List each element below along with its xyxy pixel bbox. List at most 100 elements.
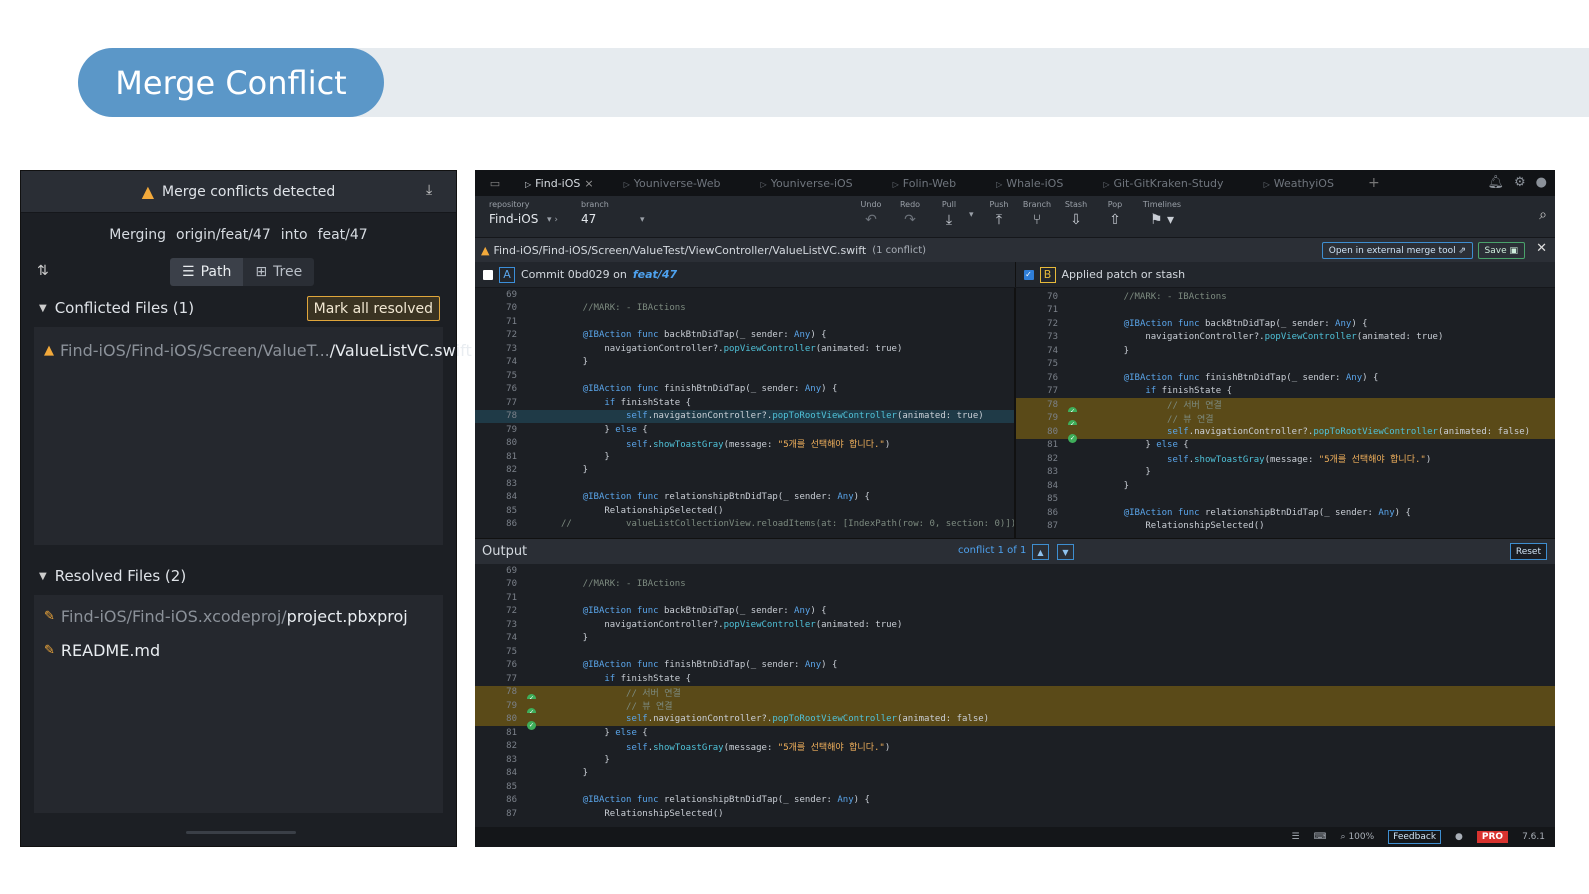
pull-button[interactable]: Pull ⤓ [933,200,965,228]
tree-view-button[interactable]: ⊞ Tree [243,258,315,286]
tree-view-label: Tree [273,264,303,280]
folder-icon[interactable]: ▭ [475,177,515,190]
undo-label: Undo [860,200,882,209]
line-number: 85 [506,781,517,792]
tab-find-ios[interactable]: ▷ Find-iOS × [515,177,614,190]
gear-icon[interactable]: ⚙ [1514,175,1526,190]
tab-bar: ▭ ▷ Find-iOS × ▷ Youniverse-Web ▷ Youniverse… [475,170,1555,196]
conflicted-files-section[interactable]: ▼ Conflicted Files (1) Mark all resolved [21,289,456,327]
code-line: 77 if finishState { [1016,385,1555,399]
scrollbar[interactable] [186,831,296,834]
code-text: } [1102,467,1151,478]
line-number: 87 [506,808,517,819]
code-text: // 뷰 연결 [561,702,673,713]
list-icon[interactable]: ☰ [1291,832,1299,842]
code-text: RelationshipSelected() [561,505,724,516]
save-button[interactable]: Save ▣ [1477,242,1525,259]
tab-youniverse-ios[interactable]: ▷ Youniverse-iOS [751,177,883,190]
undo-button[interactable]: Undo ↶ [855,200,887,228]
line-number: 71 [506,592,517,603]
resolved-files-section[interactable]: ▼ Resolved Files (2) [21,557,456,595]
line-number: 69 [506,289,517,300]
next-conflict-button[interactable]: ▼ [1057,544,1074,560]
pane-b-code[interactable]: 70 //MARK: - IBActions 71 72 @IBAction fun… [1014,288,1555,538]
previous-conflict-button[interactable]: ▲ [1032,544,1049,560]
status-bar: ☰ ⌨ ⌕ 100% Feedback ● PRO 7.6.1 [475,827,1555,847]
code-text: RelationshipSelected() [561,808,724,819]
notification-icon[interactable]: 🔔︎ [1487,175,1504,190]
pop-icon: ⇧ [1109,212,1121,228]
tab-whale-ios[interactable]: ▷ Whale-iOS [986,177,1093,190]
code-text: } [1102,345,1130,356]
timelines-button[interactable]: Timelines ⚑ ▾ [1141,200,1183,228]
stash-button[interactable]: Stash ⇩ [1060,200,1092,228]
list-icon: ☰ [182,264,195,280]
list-item[interactable]: ✎ Find-iOS/Find-iOS.xcodeproj/project.pb… [34,599,443,633]
chevron-down-icon[interactable]: ▾ [640,215,645,225]
search-icon[interactable]: ⌕ [1539,207,1547,223]
output-code[interactable]: 69 70 //MARK: - IBActions 71 72 @IBAction f… [475,564,1555,822]
sort-icon[interactable]: ⇅ [37,263,49,279]
tab-weathyios[interactable]: ▷ WeathyiOS [1254,177,1364,190]
code-text: @IBAction func backBtnDidTap(_ sender: A… [582,606,827,617]
tab-label: WeathyiOS [1273,176,1334,190]
line-number: 83 [1047,467,1058,478]
open-external-merge-tool-button[interactable]: Open in external merge tool ⇗ [1321,242,1473,259]
chevron-down-icon[interactable]: ▾ › [547,215,558,225]
mark-all-resolved-button[interactable]: Mark all resolved [306,296,440,321]
repository-label: repository [489,200,530,209]
line-number: 75 [1047,359,1058,370]
code-line: 75 [475,369,1014,383]
conflict-counter: conflict 1 of 1 [958,545,1027,556]
code-line: 74 } [475,356,1014,370]
redo-button[interactable]: Redo ↷ [894,200,926,228]
line-number: 75 [506,370,517,381]
zoom-level[interactable]: ⌕ 100% [1341,832,1375,842]
download-icon[interactable]: ⤓ [426,182,442,200]
tab-folin-web[interactable]: ▷ Folin-Web [883,177,986,190]
code-line: 85 [1016,493,1555,507]
repository-select[interactable]: Find-iOS [489,212,538,226]
pane-a-checkbox[interactable] [483,269,493,280]
external-label: Open in external merge tool [1328,245,1456,256]
page-title: Merge Conflict [78,48,384,117]
collapse-icon: ▼ [39,302,47,314]
add-tab-icon[interactable]: + [1368,175,1380,191]
chevron-down-icon[interactable]: ▾ [969,210,974,220]
push-button[interactable]: Push ⤒ [983,200,1015,228]
pane-a-badge: A [499,266,515,283]
pro-badge[interactable]: PRO [1476,831,1509,843]
code-line: 87 RelationshipSelected() [475,807,1555,821]
list-item[interactable]: ▲ Find-iOS/Find-iOS/Screen/ValueT.../Val… [34,333,472,367]
path-view-button[interactable]: ☰ Path [170,258,244,286]
code-line: 77 if finishState { [475,396,1014,410]
tab-youniverse-web[interactable]: ▷ Youniverse-Web [614,177,751,190]
push-label: Push [989,200,1009,209]
feedback-button[interactable]: Feedback [1388,830,1442,844]
code-line: 75 [1016,358,1555,372]
code-text: @IBAction func relationshipBtnDidTap(_ s… [582,795,870,806]
close-icon[interactable]: × [584,177,593,190]
code-text: } else { [561,424,648,435]
code-line: 76 @IBAction func finishBtnDidTap(_ send… [475,659,1555,673]
branch-button[interactable]: Branch ⑂ [1021,200,1053,228]
code-line: 72 @IBAction func backBtnDidTap(_ sender… [475,605,1555,619]
conflicted-files-title: Conflicted Files (1) [54,299,195,317]
avatar[interactable]: ● [1536,175,1547,190]
code-line: 87 RelationshipSelected() [1016,520,1555,534]
code-line: 74 } [1016,344,1555,358]
code-text: //MARK: - IBActions [561,303,686,314]
tab-git-gitkraken-study[interactable]: ▷ Git-GitKraken-Study [1093,177,1253,190]
pane-a-code[interactable]: 69 70 //MARK: - IBActions 71 72 @IBAction f… [475,288,1014,538]
reset-button[interactable]: Reset [1509,543,1547,560]
warning-icon: ▲ [44,342,54,358]
line-number: 83 [506,478,517,489]
pane-b-checkbox[interactable]: ✓ [1023,269,1034,280]
pop-button[interactable]: Pop ⇧ [1099,200,1131,228]
info-icon[interactable]: ● [1455,832,1463,842]
line-number: 80 [506,438,517,449]
keyboard-icon[interactable]: ⌨ [1314,832,1327,842]
close-icon[interactable]: ✕ [1536,241,1547,256]
branch-select[interactable]: 47 [581,212,596,226]
list-item[interactable]: ✎ README.md [34,633,443,667]
